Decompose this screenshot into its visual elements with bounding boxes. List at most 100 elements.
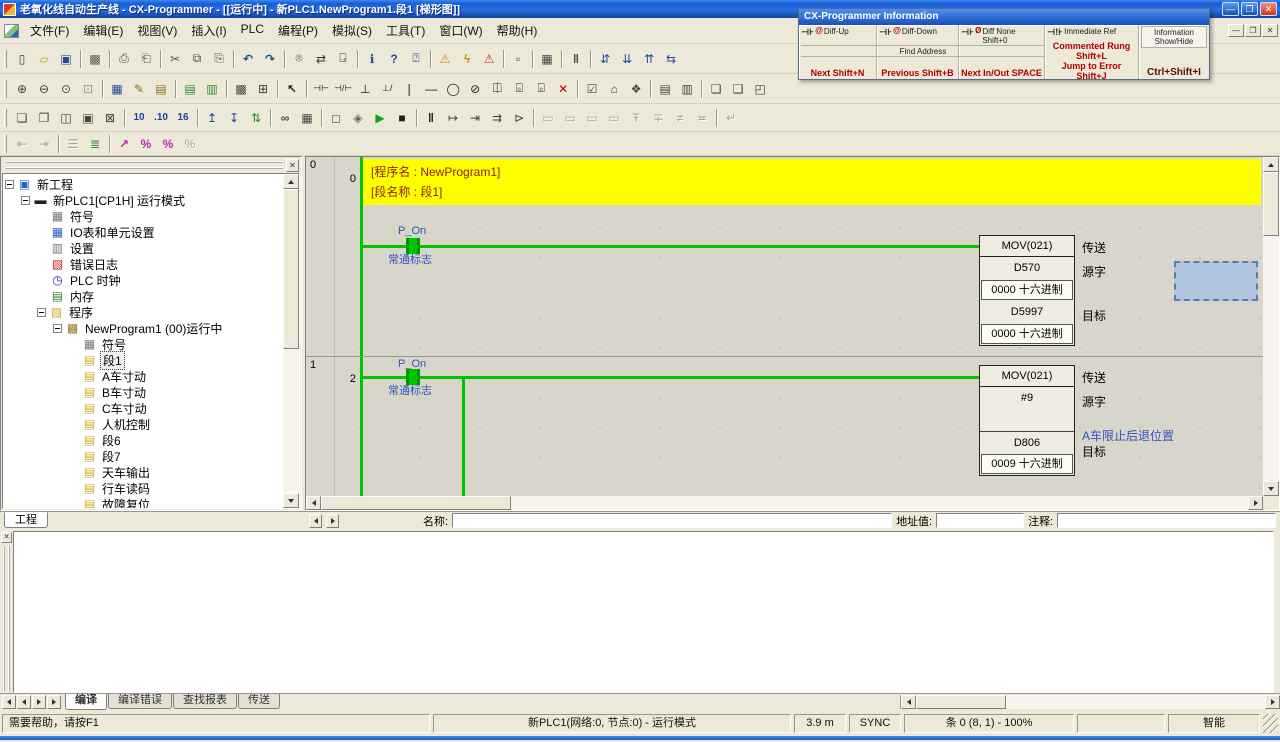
output-tab[interactable]: 查找报表 (173, 694, 237, 709)
new-closed-contact-icon[interactable]: ⊣/⊢ (332, 79, 354, 99)
ladder-editor[interactable]: 0 0 [程序名 : NewProgram1] [段名称 : 段1] P_On … (305, 156, 1280, 511)
ladder-scroll-up-button[interactable] (1263, 157, 1279, 172)
new-file-icon[interactable]: ▯ (11, 49, 33, 69)
next-tab-button[interactable] (32, 695, 46, 709)
watch-window-icon[interactable]: ▩ (230, 79, 252, 99)
close-window-icon[interactable]: ⊠ (99, 108, 121, 128)
popup-cell-information[interactable]: Information Show/Hide Ctrl+Shift+I (1139, 25, 1209, 79)
tile-vertical-icon[interactable]: ◫ (55, 108, 77, 128)
rung-1[interactable]: 1 2 P_On 常通标志 MOV(021) #9 D806 0009 十六进制… (306, 357, 1263, 496)
workspace-close-button[interactable]: ✕ (286, 159, 299, 172)
source-operand[interactable]: D570 (980, 257, 1074, 279)
symbol-table-icon[interactable]: ▤ (179, 79, 201, 99)
address-input[interactable] (936, 513, 1024, 528)
pause-mode-icon[interactable]: ‖ (420, 108, 442, 128)
print-icon[interactable]: ⎙ (113, 49, 135, 69)
hex-display-icon[interactable]: 16 (172, 108, 194, 128)
ladder-scroll-left-button[interactable] (306, 496, 321, 510)
output-tab[interactable]: 编译错误 (108, 694, 172, 709)
first-tab-button[interactable] (2, 695, 16, 709)
symbol-list-icon[interactable]: ≣ (84, 134, 106, 154)
ladder-content[interactable]: 0 0 [程序名 : NewProgram1] [段名称 : 段1] P_On … (306, 157, 1263, 496)
differential-up-icon[interactable]: ↵ (720, 108, 742, 128)
tree-item[interactable]: ▦符号 (3, 208, 283, 224)
io-table-icon[interactable]: ▦ (536, 49, 558, 69)
address-reference-icon[interactable]: ⊞ (252, 79, 274, 99)
menu-item[interactable]: 文件(F) (23, 19, 76, 42)
continuous-step-icon[interactable]: ⇉ (486, 108, 508, 128)
new-coil-icon[interactable]: ◯ (442, 79, 464, 99)
find-icon[interactable]: ⌾ (288, 49, 310, 69)
tree-item[interactable]: ▥设置 (3, 240, 283, 256)
edit-instruction-icon[interactable]: ⌻ (530, 79, 552, 99)
tree-item[interactable]: ▤段7 (3, 448, 283, 464)
minimize-button[interactable]: — (1222, 2, 1239, 16)
output-close-button[interactable]: ✕ (1, 532, 12, 543)
show-sections-icon[interactable]: ▤ (654, 79, 676, 99)
close-button[interactable]: ✕ (1260, 2, 1277, 16)
tree-item[interactable]: ▨程序 (3, 304, 283, 320)
local-symbols-icon[interactable]: ▥ (201, 79, 223, 99)
zoom-fit-icon[interactable]: ⊡ (77, 79, 99, 99)
replace-icon[interactable]: ⇄ (310, 49, 332, 69)
warning-monitor-icon[interactable]: ⚠ (434, 49, 456, 69)
info-icon[interactable]: ℹ (361, 49, 383, 69)
rung-annotation-icon[interactable]: ▤ (150, 79, 172, 99)
output-scroll-right-button[interactable] (1265, 695, 1280, 709)
tree-item[interactable]: ▦符号 (3, 336, 283, 352)
ladder-vscroll-thumb[interactable] (1263, 172, 1279, 236)
step-over-icon[interactable]: ⇥ (464, 108, 486, 128)
menu-item[interactable]: 插入(I) (184, 19, 233, 42)
project-tree[interactable]: ▣新工程▬新PLC1[CP1H] 运行模式▦符号▦IO表和单元设置▥设置▧错误日… (3, 174, 283, 508)
output-horizontal-scrollbar[interactable] (900, 695, 1280, 709)
undo-icon[interactable]: ↶ (237, 49, 259, 69)
zoom-100-icon[interactable]: ⊙ (55, 79, 77, 99)
restore-button[interactable]: ❐ (1241, 2, 1258, 16)
new-vertical-icon[interactable]: ❘ (398, 79, 420, 99)
transfer-program-icon[interactable]: ▭ (537, 108, 559, 128)
properties-icon[interactable]: ▫ (507, 49, 529, 69)
output-tab[interactable]: 编译 (65, 694, 107, 710)
transfer-section-icon[interactable]: ▭ (559, 108, 581, 128)
rung-comment-banner[interactable]: [程序名 : NewProgram1] [段名称 : 段1] (363, 159, 1261, 205)
address-comment-icon[interactable]: ⌂ (603, 79, 625, 99)
popup-cell-immediate-ref[interactable]: ⊣!⊦ Immediate Ref Commented Rung Shift+L… (1045, 25, 1139, 79)
zoom-in-icon[interactable]: ⊕ (11, 79, 33, 99)
new-view-icon[interactable]: ❑ (727, 79, 749, 99)
pause-monitoring-icon[interactable]: ▦ (296, 108, 318, 128)
new-closed-coil-icon[interactable]: ⊘ (464, 79, 486, 99)
usage-arrow-icon[interactable]: ↗ (113, 134, 135, 154)
program-check-icon[interactable]: ☑ (581, 79, 603, 99)
mdi-close-button[interactable]: ✕ (1262, 24, 1278, 37)
name-input[interactable] (452, 513, 892, 528)
tree-item[interactable]: ▤C车寸动 (3, 400, 283, 416)
copy-icon[interactable]: ⧉ (186, 49, 208, 69)
ladder-vertical-scrollbar[interactable] (1263, 157, 1279, 496)
new-instruction-icon[interactable]: ⎅ (486, 79, 508, 99)
tree-item[interactable]: ◷PLC 时钟 (3, 272, 283, 288)
usage-percent-icon[interactable]: % (135, 134, 157, 154)
tree-item[interactable]: ▣新工程 (3, 176, 283, 192)
information-popup[interactable]: CX-Programmer Information ⊣⊦ @ Diff-Up N… (798, 8, 1210, 80)
tree-item[interactable]: ▧错误日志 (3, 256, 283, 272)
tree-item[interactable]: ▤内存 (3, 288, 283, 304)
tree-item[interactable]: ▤故障复位 (3, 496, 283, 508)
tree-item[interactable]: ▩NewProgram1 (00)运行中 (3, 320, 283, 336)
print-preview-icon[interactable]: ⎗ (135, 49, 157, 69)
toolbar-grip[interactable] (4, 109, 7, 127)
tree-expander-icon[interactable] (53, 324, 62, 333)
paste-icon[interactable]: ⎘ (208, 49, 230, 69)
new-or-contact-icon[interactable]: ⊥ (354, 79, 376, 99)
scan-run-icon[interactable]: ⊳ (508, 108, 530, 128)
grid-toggle-icon[interactable]: ▦ (106, 79, 128, 99)
upload-from-plc-icon[interactable]: ⇈ (638, 49, 660, 69)
menu-item[interactable]: 编程(P) (271, 19, 325, 42)
tree-scroll-down-button[interactable] (283, 493, 299, 508)
toolbar-grip[interactable] (4, 50, 7, 68)
output-hscroll-thumb[interactable] (916, 695, 1006, 709)
new-pb-instruction-icon[interactable]: ⌺ (508, 79, 530, 99)
rung-0[interactable]: 0 0 [程序名 : NewProgram1] [段名称 : 段1] P_On … (306, 157, 1263, 357)
force-set-icon[interactable]: ↥ (201, 108, 223, 128)
delete-mode-icon[interactable]: ✕ (552, 79, 574, 99)
menu-item[interactable]: PLC (234, 19, 271, 42)
